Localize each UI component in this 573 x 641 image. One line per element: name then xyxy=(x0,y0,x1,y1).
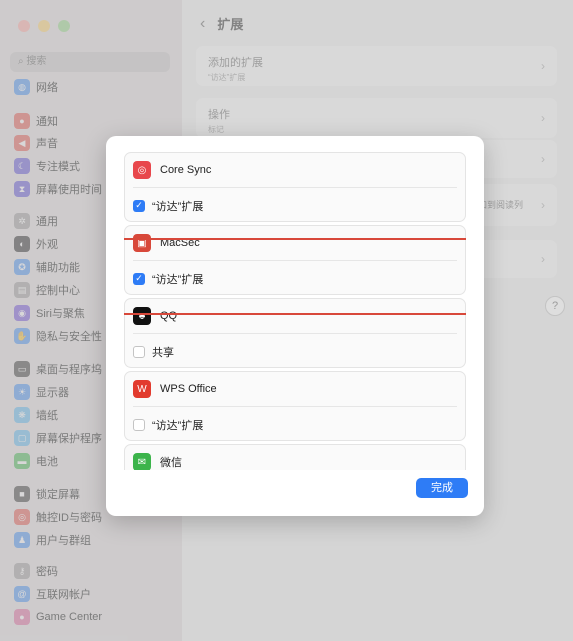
checkbox[interactable]: ✓ xyxy=(133,272,145,285)
extension-header: ▣ MacSec xyxy=(133,226,457,261)
checkbox[interactable] xyxy=(133,418,145,431)
extension-card: W WPS Office “访达”扩展 xyxy=(124,371,466,441)
extension-name: Core Sync xyxy=(160,164,212,176)
extension-card: ♣ QQ 共享 xyxy=(124,298,466,368)
extension-name: MacSec xyxy=(160,237,200,249)
extension-header: ♣ QQ xyxy=(133,299,457,334)
extension-card: ◎ Core Sync ✓ “访达”扩展 xyxy=(124,152,466,222)
extension-option[interactable]: ✓ “访达”扩展 xyxy=(133,261,203,296)
macsec-icon: ▣ xyxy=(133,234,151,252)
extension-card: ✉ 微信 xyxy=(124,444,466,470)
extension-header: ◎ Core Sync xyxy=(133,153,457,188)
extensions-list[interactable]: ◎ Core Sync ✓ “访达”扩展 ▣ MacSec ✓ “访达”扩展 ♣ QQ 共享 W WPS… xyxy=(124,152,466,470)
qq-penguin-icon: ♣ xyxy=(133,307,151,325)
option-label: “访达”扩展 xyxy=(152,419,204,432)
wps-icon: W xyxy=(133,380,151,398)
extension-name: WPS Office xyxy=(160,383,217,395)
extensions-dialog: ◎ Core Sync ✓ “访达”扩展 ▣ MacSec ✓ “访达”扩展 ♣ QQ 共享 W WPS… xyxy=(106,136,484,516)
extension-card: ▣ MacSec ✓ “访达”扩展 xyxy=(124,225,466,295)
done-button[interactable]: 完成 xyxy=(416,478,468,498)
checkbox[interactable] xyxy=(133,345,145,358)
option-label: 共享 xyxy=(152,346,174,359)
checkbox[interactable]: ✓ xyxy=(133,199,145,212)
option-label: “访达”扩展 xyxy=(152,273,204,286)
extension-option[interactable]: 共享 xyxy=(133,334,174,369)
extension-header: ✉ 微信 xyxy=(133,445,457,470)
option-label: “访达”扩展 xyxy=(152,200,204,213)
extension-option[interactable]: ✓ “访达”扩展 xyxy=(133,188,203,223)
wechat-icon: ✉ xyxy=(133,453,151,470)
extension-name: QQ xyxy=(160,310,178,322)
extension-option[interactable]: “访达”扩展 xyxy=(133,407,203,442)
extension-header: W WPS Office xyxy=(133,372,457,407)
core-sync-icon: ◎ xyxy=(133,161,151,179)
extension-name: 微信 xyxy=(160,457,182,469)
